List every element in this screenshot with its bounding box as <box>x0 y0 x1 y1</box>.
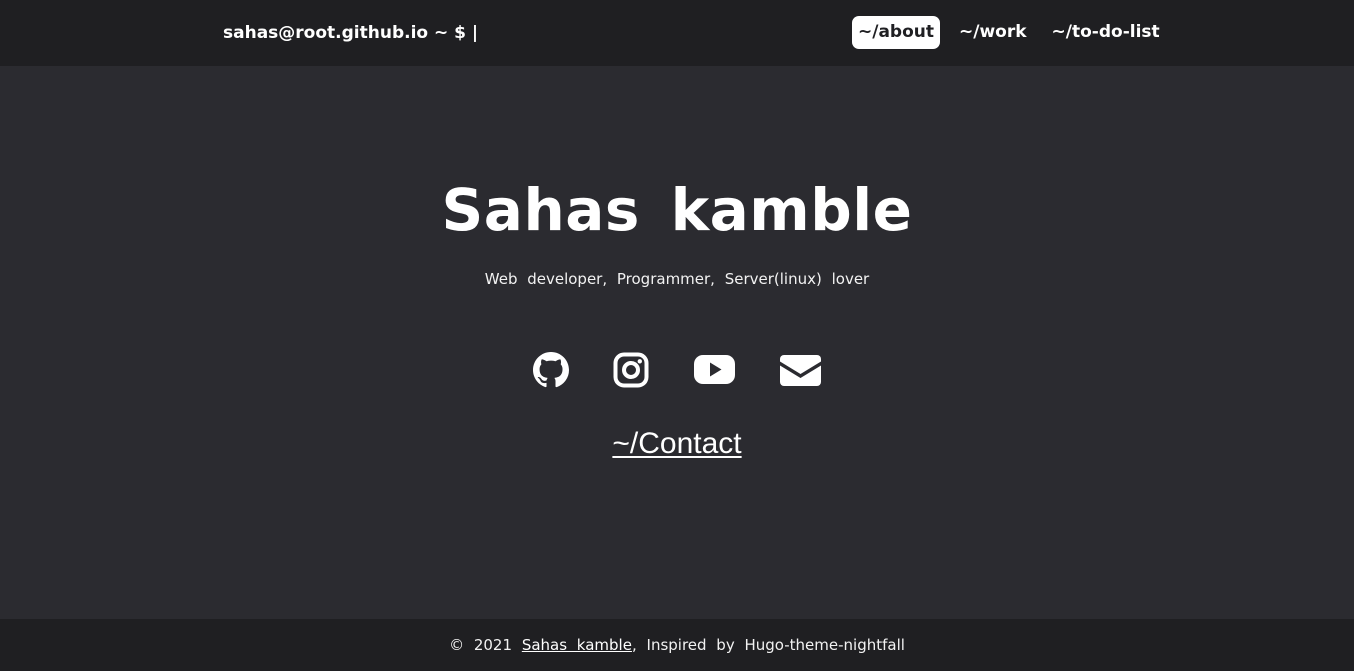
author-link[interactable]: Sahas kamble <box>522 636 632 654</box>
copyright-text: © 2021 <box>449 636 513 654</box>
youtube-icon[interactable] <box>694 350 735 390</box>
nav-work[interactable]: ~/work <box>953 16 1033 49</box>
footer-separator: , <box>631 636 637 654</box>
top-bar: sahas@root.github.io ~ $ | ~/about ~/wor… <box>0 0 1354 66</box>
contact-section: ~/Contact <box>0 424 1354 464</box>
nav-about[interactable]: ~/about <box>852 16 941 49</box>
page-title: Sahas kamble <box>441 176 913 244</box>
social-links <box>0 350 1354 392</box>
contact-link[interactable]: ~/Contact <box>612 427 741 460</box>
github-icon[interactable] <box>533 350 569 390</box>
nav-to-do-list[interactable]: ~/to-do-list <box>1046 16 1166 49</box>
tagline: Web developer, Programmer, Server(linux)… <box>484 270 870 288</box>
site-prompt[interactable]: sahas@root.github.io ~ $ | <box>223 21 478 45</box>
credit-text: Inspired by Hugo-theme-nightfall <box>646 636 905 654</box>
mail-icon[interactable] <box>780 350 821 390</box>
footer: © 2021 Sahas kamble, Inspired by Hugo-th… <box>0 619 1354 671</box>
main-nav: ~/about ~/work ~/to-do-list <box>852 16 1166 49</box>
instagram-icon[interactable] <box>613 350 649 390</box>
